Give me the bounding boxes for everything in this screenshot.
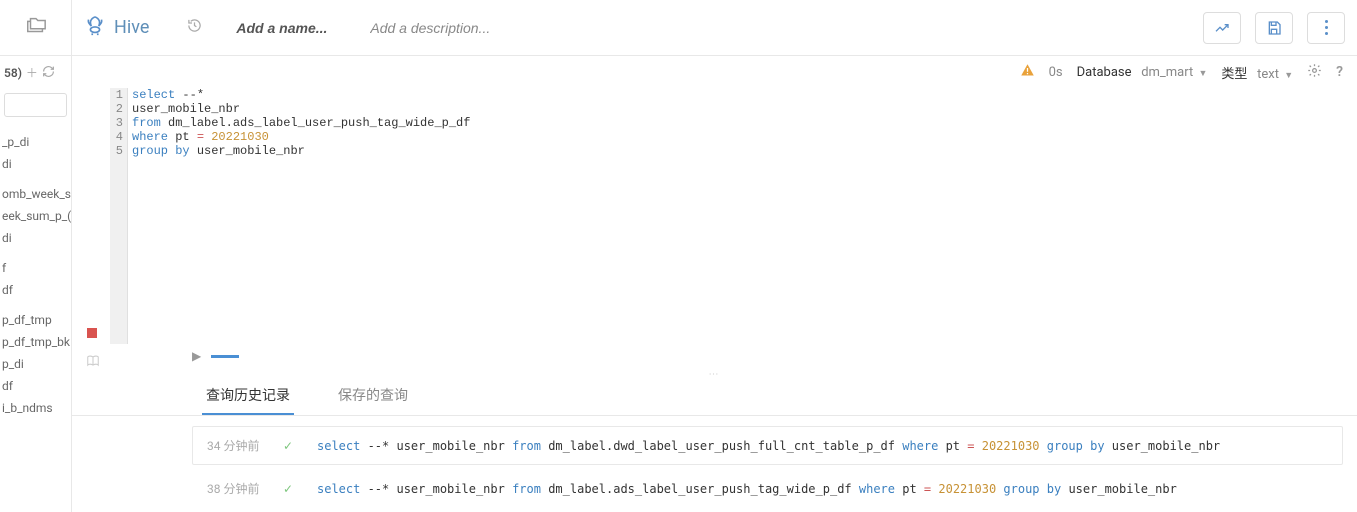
play-icon[interactable]: ▶ <box>192 349 201 363</box>
database-selector[interactable]: Database dm_mart ▼ <box>1077 65 1208 80</box>
folder-icon-container <box>0 0 71 56</box>
sidebar-item[interactable] <box>0 123 71 131</box>
type-selector[interactable]: 类型 text ▼ <box>1221 63 1293 82</box>
sidebar-item[interactable]: di <box>0 227 71 249</box>
history-icon[interactable] <box>187 18 202 37</box>
sidebar-item[interactable]: p_df_tmp <box>0 309 71 331</box>
history-time: 34 分钟前 <box>207 437 263 454</box>
history-list: 34 分钟前 ✓ select --* user_mobile_nbr from… <box>72 416 1357 512</box>
book-icon[interactable] <box>86 354 100 372</box>
status-bar: 0s Database dm_mart ▼ 类型 text ▼ ? <box>72 56 1357 88</box>
sidebar-item[interactable] <box>0 301 71 309</box>
hive-brand: Hive <box>84 15 149 41</box>
hive-icon <box>84 15 106 41</box>
query-name-input[interactable] <box>236 20 356 36</box>
plus-icon[interactable]: ＋ <box>26 64 38 81</box>
warning-icon[interactable] <box>1020 63 1035 82</box>
refresh-icon[interactable] <box>42 65 55 81</box>
hive-title: Hive <box>114 17 149 38</box>
sidebar-header: 58) ＋ <box>0 56 71 89</box>
editor-margin <box>72 88 110 344</box>
sidebar-item[interactable]: _p_di <box>0 131 71 153</box>
history-sql: select --* user_mobile_nbr from dm_label… <box>317 482 1177 496</box>
check-icon: ✓ <box>283 482 297 496</box>
save-button[interactable] <box>1255 12 1293 44</box>
history-row[interactable]: 38 分钟前 ✓ select --* user_mobile_nbr from… <box>192 469 1343 508</box>
sidebar-item[interactable]: i_b_ndms <box>0 397 71 419</box>
history-sql: select --* user_mobile_nbr from dm_label… <box>317 439 1220 453</box>
chevron-down-icon: ▼ <box>1198 69 1207 79</box>
sidebar-item[interactable]: df <box>0 279 71 301</box>
history-row[interactable]: 34 分钟前 ✓ select --* user_mobile_nbr from… <box>192 426 1343 465</box>
sidebar-item[interactable]: p_df_tmp_bk <box>0 331 71 353</box>
chevron-down-icon: ▼ <box>1284 71 1293 81</box>
check-icon: ✓ <box>283 439 297 453</box>
sidebar-item[interactable]: p_di <box>0 353 71 375</box>
code-content[interactable]: select --*user_mobile_nbrfrom dm_label.a… <box>128 88 474 344</box>
stop-marker-icon[interactable] <box>87 328 97 338</box>
sidebar-item[interactable]: di <box>0 153 71 175</box>
sidebar-item[interactable]: df <box>0 375 71 397</box>
sidebar-item[interactable] <box>0 249 71 257</box>
sidebar-count: 58) <box>4 66 22 80</box>
more-menu-button[interactable] <box>1307 12 1345 44</box>
sidebar-item[interactable]: f <box>0 257 71 279</box>
sidebar-item[interactable]: eek_sum_p_( <box>0 205 71 227</box>
code-editor[interactable]: 1 2 3 4 5 select --*user_mobile_nbrfrom … <box>110 88 1357 344</box>
history-time: 38 分钟前 <box>207 480 263 497</box>
query-desc-input[interactable] <box>370 20 570 36</box>
tab-query-history[interactable]: 查询历史记录 <box>202 377 294 415</box>
help-icon[interactable]: ? <box>1336 64 1343 80</box>
sidebar-table-list: _p_di di omb_week_s eek_sum_p_( di f df … <box>0 121 71 421</box>
progress-underline <box>211 355 239 358</box>
folder-icon[interactable] <box>25 15 47 41</box>
tab-saved-queries[interactable]: 保存的查询 <box>334 377 412 415</box>
left-sidebar: 58) ＋ _p_di di omb_week_s eek_sum_p_( di… <box>0 0 72 512</box>
line-number-gutter: 1 2 3 4 5 <box>110 88 128 344</box>
sidebar-item[interactable]: omb_week_s <box>0 183 71 205</box>
gear-icon[interactable] <box>1307 63 1322 82</box>
editor-area: 1 2 3 4 5 select --*user_mobile_nbrfrom … <box>72 88 1357 344</box>
topbar: Hive <box>72 0 1357 56</box>
run-bar: ▶ <box>72 344 1357 368</box>
duration-label: 0s <box>1049 65 1063 80</box>
sidebar-search-input[interactable] <box>4 93 67 117</box>
main-panel: Hive 0s Database <box>72 0 1357 512</box>
sidebar-item[interactable] <box>0 175 71 183</box>
result-tabs: 查询历史记录 保存的查询 <box>72 380 1357 416</box>
chart-button[interactable] <box>1203 12 1241 44</box>
